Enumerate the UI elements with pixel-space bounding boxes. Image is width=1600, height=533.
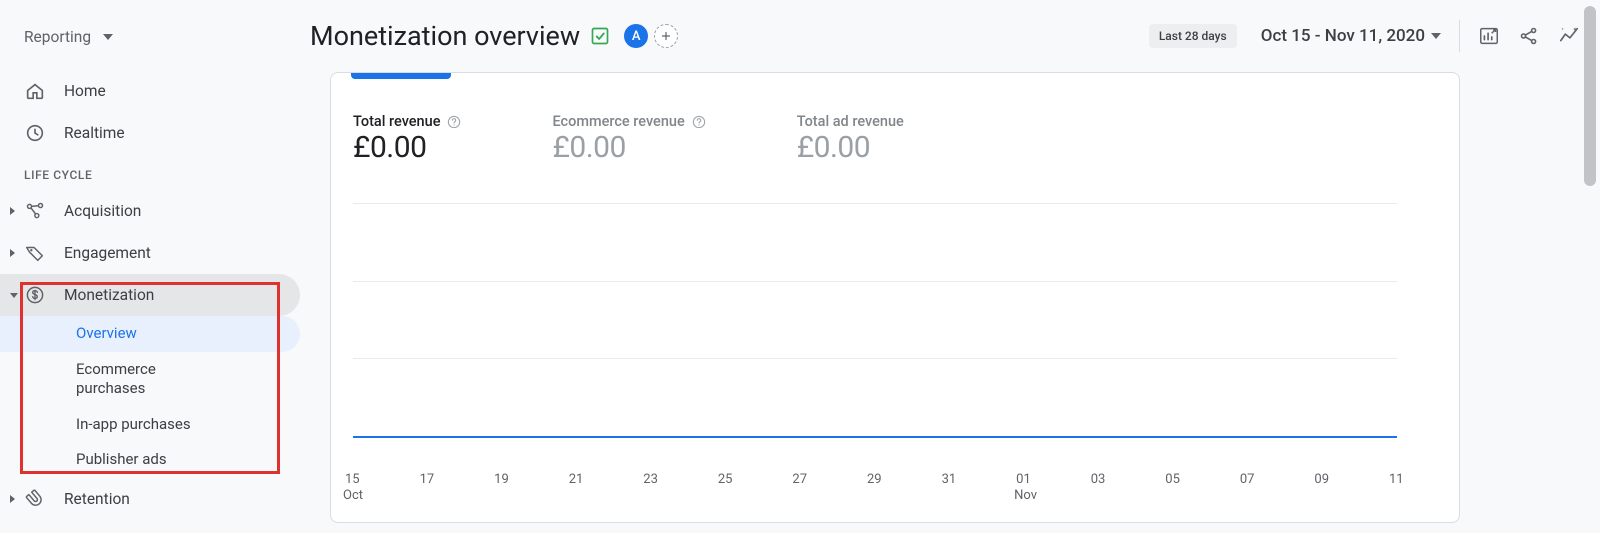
- sidebar-item-label: Engagement: [64, 244, 151, 262]
- chart: 15Oct171921232527293101Nov0305070911: [353, 203, 1397, 502]
- stat-value: £0.00: [552, 130, 706, 165]
- chart-x-tick-label: 05: [1165, 472, 1180, 487]
- chart-x-tick-label: 21: [569, 472, 584, 487]
- sidebar-subitem-label: In-app purchases: [76, 415, 191, 435]
- chart-x-axis: 15Oct171921232527293101Nov0305070911: [353, 472, 1397, 502]
- stats-row: Total revenue £0.00 Ecommerce revenue £0…: [331, 73, 1459, 175]
- divider: [1459, 20, 1460, 52]
- stat-ecommerce-revenue[interactable]: Ecommerce revenue £0.00: [552, 113, 706, 165]
- sidebar-item-label: Home: [64, 82, 106, 100]
- chart-x-tick-label: 23: [643, 472, 658, 487]
- sidebar-item-acquisition[interactable]: Acquisition: [0, 190, 300, 232]
- stat-total-revenue[interactable]: Total revenue £0.00: [353, 113, 462, 165]
- chart-series-line: [353, 436, 1397, 438]
- chart-x-tick-label: 03: [1091, 472, 1106, 487]
- main-panel: Total revenue £0.00 Ecommerce revenue £0…: [330, 72, 1460, 523]
- chart-x-tick-label: 31: [942, 472, 957, 487]
- chart-x-tick-label: 01: [1016, 472, 1031, 487]
- chart-x-month-label: Oct: [343, 488, 363, 503]
- sidebar-item-label: Acquisition: [64, 202, 141, 220]
- scrollbar-thumb[interactable]: [1584, 6, 1596, 186]
- date-preset-chip[interactable]: Last 28 days: [1149, 24, 1237, 48]
- stat-total-ad-revenue[interactable]: Total ad revenue £0.00: [797, 113, 904, 165]
- date-range-label: Oct 15 - Nov 11, 2020: [1261, 26, 1425, 46]
- sidebar-subitem-publisher[interactable]: Publisher ads: [0, 442, 300, 478]
- sidebar-item-label: Realtime: [64, 124, 125, 142]
- clock-icon: [24, 122, 46, 144]
- help-icon[interactable]: [446, 114, 462, 130]
- chart-gridline: [353, 203, 1397, 204]
- verified-icon[interactable]: [590, 26, 610, 46]
- user-badge[interactable]: A: [624, 24, 648, 48]
- home-icon: [24, 80, 46, 102]
- share-icon[interactable]: [1518, 25, 1540, 47]
- sidebar-item-label: Monetization: [64, 286, 154, 304]
- sidebar-subitem-ecommerce[interactable]: Ecommerce purchases: [0, 352, 300, 407]
- sidebar-subitem-inapp[interactable]: In-app purchases: [0, 407, 300, 443]
- sidebar-subitem-label: Ecommerce purchases: [76, 360, 226, 399]
- chart-gridline: [353, 358, 1397, 359]
- stat-label: Ecommerce revenue: [552, 113, 684, 130]
- magnet-icon: [24, 488, 46, 510]
- sidebar-item-realtime[interactable]: Realtime: [0, 112, 300, 154]
- sidebar-subitem-label: Publisher ads: [76, 450, 167, 470]
- page-title: Monetization overview: [310, 20, 580, 52]
- chart-x-tick-label: 27: [792, 472, 807, 487]
- header: Monetization overview A Last 28 days Oct…: [310, 10, 1580, 62]
- add-comparison-button[interactable]: [654, 24, 678, 48]
- stat-label: Total ad revenue: [797, 113, 904, 130]
- chart-x-tick-label: 25: [718, 472, 733, 487]
- stat-value: £0.00: [353, 130, 462, 165]
- sidebar-item-engagement[interactable]: Engagement: [0, 232, 300, 274]
- chart-x-tick-label: 07: [1240, 472, 1255, 487]
- sidebar-subitem-label: Overview: [76, 324, 137, 344]
- chart-x-tick-label: 19: [494, 472, 509, 487]
- reporting-dropdown[interactable]: Reporting: [0, 20, 300, 70]
- plus-icon: [660, 30, 672, 42]
- sidebar-item-retention[interactable]: Retention: [0, 478, 300, 520]
- sidebar-item-monetization[interactable]: Monetization: [0, 274, 300, 316]
- chart-x-month-label: Nov: [1014, 488, 1037, 503]
- stat-label: Total revenue: [353, 113, 440, 130]
- dollar-icon: [24, 284, 46, 306]
- chart-x-tick-label: 17: [420, 472, 435, 487]
- chevron-down-icon: [1431, 33, 1441, 39]
- chart-x-tick-label: 09: [1314, 472, 1329, 487]
- chart-gridline: [353, 281, 1397, 282]
- sidebar-section-life-cycle: LIFE CYCLE: [0, 154, 300, 190]
- insights-icon[interactable]: [1558, 25, 1580, 47]
- chart-x-tick-label: 15: [345, 472, 360, 487]
- chevron-down-icon: [103, 34, 113, 40]
- user-badge-letter: A: [632, 29, 641, 44]
- date-range-picker[interactable]: Oct 15 - Nov 11, 2020: [1261, 26, 1441, 46]
- sidebar: Reporting Home Realtime LIFE CYCLE Acqui…: [0, 0, 300, 533]
- chart-x-tick-label: 29: [867, 472, 882, 487]
- sidebar-item-home[interactable]: Home: [0, 70, 300, 112]
- edit-chart-icon[interactable]: [1478, 25, 1500, 47]
- sidebar-subitem-overview[interactable]: Overview: [0, 316, 300, 352]
- header-right: Last 28 days Oct 15 - Nov 11, 2020: [1149, 10, 1580, 62]
- stat-value: £0.00: [797, 130, 904, 165]
- help-icon[interactable]: [691, 114, 707, 130]
- tag-icon: [24, 242, 46, 264]
- acquisition-icon: [24, 200, 46, 222]
- chart-x-tick-label: 11: [1389, 472, 1404, 487]
- active-tab-indicator: [351, 73, 451, 79]
- reporting-label: Reporting: [24, 28, 91, 46]
- sidebar-item-label: Retention: [64, 490, 130, 508]
